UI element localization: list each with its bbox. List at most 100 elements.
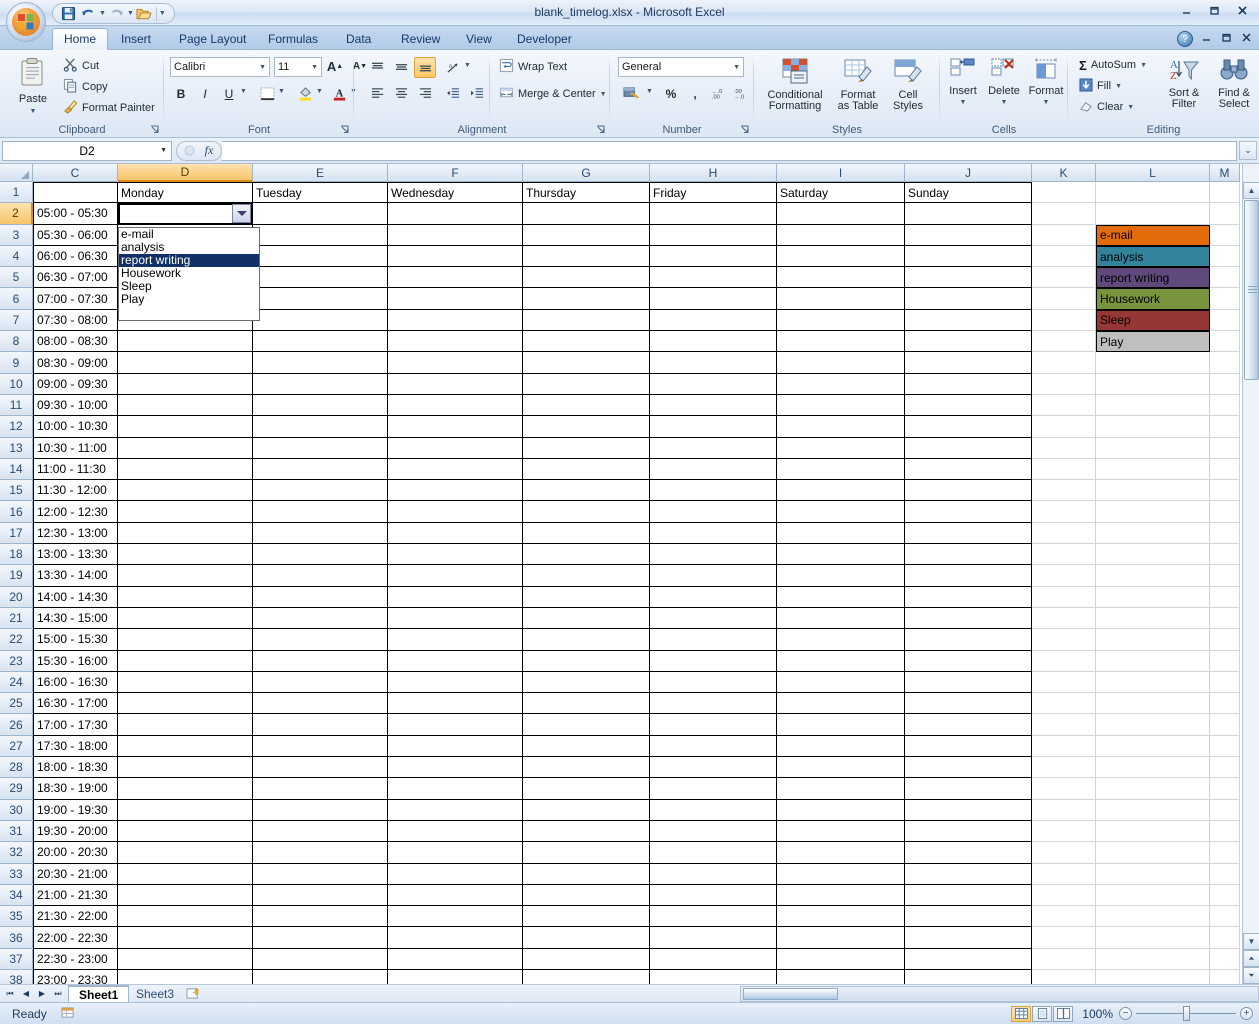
cell-K36[interactable] [1032,927,1096,948]
cell-G37[interactable] [523,949,650,970]
cell-J6[interactable] [905,288,1032,309]
cell-G38[interactable] [523,970,650,984]
cell-H17[interactable] [650,523,777,544]
cell-F15[interactable] [388,480,523,501]
clear-dropdown-icon[interactable]: ▼ [1127,104,1134,111]
cell-F9[interactable] [388,352,523,373]
cell-H12[interactable] [650,416,777,437]
cancel-edit-icon[interactable] [179,142,199,160]
cell-J21[interactable] [905,608,1032,629]
cell-E18[interactable] [253,544,388,565]
cell-M11[interactable] [1210,395,1240,416]
cell-L24[interactable] [1096,672,1210,693]
cell-J23[interactable] [905,651,1032,672]
cell-M36[interactable] [1210,927,1240,948]
column-header-d[interactable]: D [118,164,253,182]
cell-E4[interactable] [253,246,388,267]
accounting-dropdown-icon[interactable]: ▼ [646,88,653,95]
cell-K30[interactable] [1032,800,1096,821]
cell-F37[interactable] [388,949,523,970]
cell-D33[interactable] [118,864,253,885]
scroll-down-button[interactable]: ▼ [1243,933,1259,950]
cell-C5[interactable]: 06:30 - 07:00 [33,267,118,288]
cell-H32[interactable] [650,842,777,863]
cell-K9[interactable] [1032,352,1096,373]
cell-E33[interactable] [253,864,388,885]
cell-J22[interactable] [905,629,1032,650]
cell-K26[interactable] [1032,714,1096,735]
cell-H5[interactable] [650,267,777,288]
align-middle-button[interactable] [390,57,412,78]
cell-K15[interactable] [1032,480,1096,501]
cell-E2[interactable] [253,203,388,224]
column-header-e[interactable]: E [253,164,388,182]
cell-G18[interactable] [523,544,650,565]
cell-D35[interactable] [118,906,253,927]
cell-H38[interactable] [650,970,777,984]
cell-E13[interactable] [253,438,388,459]
cell-F6[interactable] [388,288,523,309]
row-header-28[interactable]: 28 [0,757,33,778]
cell-L26[interactable] [1096,714,1210,735]
cell-E37[interactable] [253,949,388,970]
cell-L27[interactable] [1096,736,1210,757]
cell-K28[interactable] [1032,757,1096,778]
cell-C16[interactable]: 12:00 - 12:30 [33,501,118,522]
legend-item-e-mail[interactable]: e-mail [1096,225,1210,246]
cell-E26[interactable] [253,714,388,735]
cell-D13[interactable] [118,438,253,459]
cell-M17[interactable] [1210,523,1240,544]
cell-E24[interactable] [253,672,388,693]
cell-M4[interactable] [1210,246,1240,267]
tab-view[interactable]: View [455,28,503,50]
cell-G13[interactable] [523,438,650,459]
cell-D15[interactable] [118,480,253,501]
cell-J1[interactable]: Sunday [905,182,1032,203]
cell-L11[interactable] [1096,395,1210,416]
cell-L33[interactable] [1096,864,1210,885]
vertical-scrollbar[interactable]: ▲ ▼ ⏶ ⏷ [1242,164,1259,984]
formula-input[interactable] [222,141,1237,161]
cell-E14[interactable] [253,459,388,480]
cell-I5[interactable] [777,267,905,288]
cell-G32[interactable] [523,842,650,863]
cell-E32[interactable] [253,842,388,863]
column-header-l[interactable]: L [1096,164,1210,182]
cell-I36[interactable] [777,927,905,948]
cell-D23[interactable] [118,651,253,672]
insert-cells-dropdown-icon[interactable]: ▼ [960,97,967,108]
cell-D28[interactable] [118,757,253,778]
sort-filter-button[interactable]: A Z Sort & Filter [1160,54,1208,110]
cell-G23[interactable] [523,651,650,672]
orientation-button[interactable]: a [442,57,464,78]
cell-C1[interactable] [33,182,118,203]
cell-M7[interactable] [1210,310,1240,331]
cell-H20[interactable] [650,587,777,608]
cell-G30[interactable] [523,800,650,821]
font-color-button[interactable]: A [328,83,350,104]
row-header-1[interactable]: 1 [0,182,33,203]
cell-H28[interactable] [650,757,777,778]
cell-M20[interactable] [1210,587,1240,608]
cell-H9[interactable] [650,352,777,373]
cell-L18[interactable] [1096,544,1210,565]
cell-L1[interactable] [1096,182,1210,203]
cell-K10[interactable] [1032,374,1096,395]
cell-C31[interactable]: 19:30 - 20:00 [33,821,118,842]
cell-F11[interactable] [388,395,523,416]
cell-F13[interactable] [388,438,523,459]
cell-E15[interactable] [253,480,388,501]
cell-K34[interactable] [1032,885,1096,906]
cell-J29[interactable] [905,778,1032,799]
cell-G22[interactable] [523,629,650,650]
zoom-in-button[interactable]: + [1240,1007,1253,1020]
cell-J30[interactable] [905,800,1032,821]
font-dialog-launcher[interactable] [339,124,351,136]
cell-C11[interactable]: 09:30 - 10:00 [33,395,118,416]
cell-K33[interactable] [1032,864,1096,885]
column-header-j[interactable]: J [905,164,1032,182]
cell-L37[interactable] [1096,949,1210,970]
name-box[interactable]: D2 ▼ [2,141,172,161]
cell-G26[interactable] [523,714,650,735]
doc-restore-button[interactable] [1218,30,1235,45]
